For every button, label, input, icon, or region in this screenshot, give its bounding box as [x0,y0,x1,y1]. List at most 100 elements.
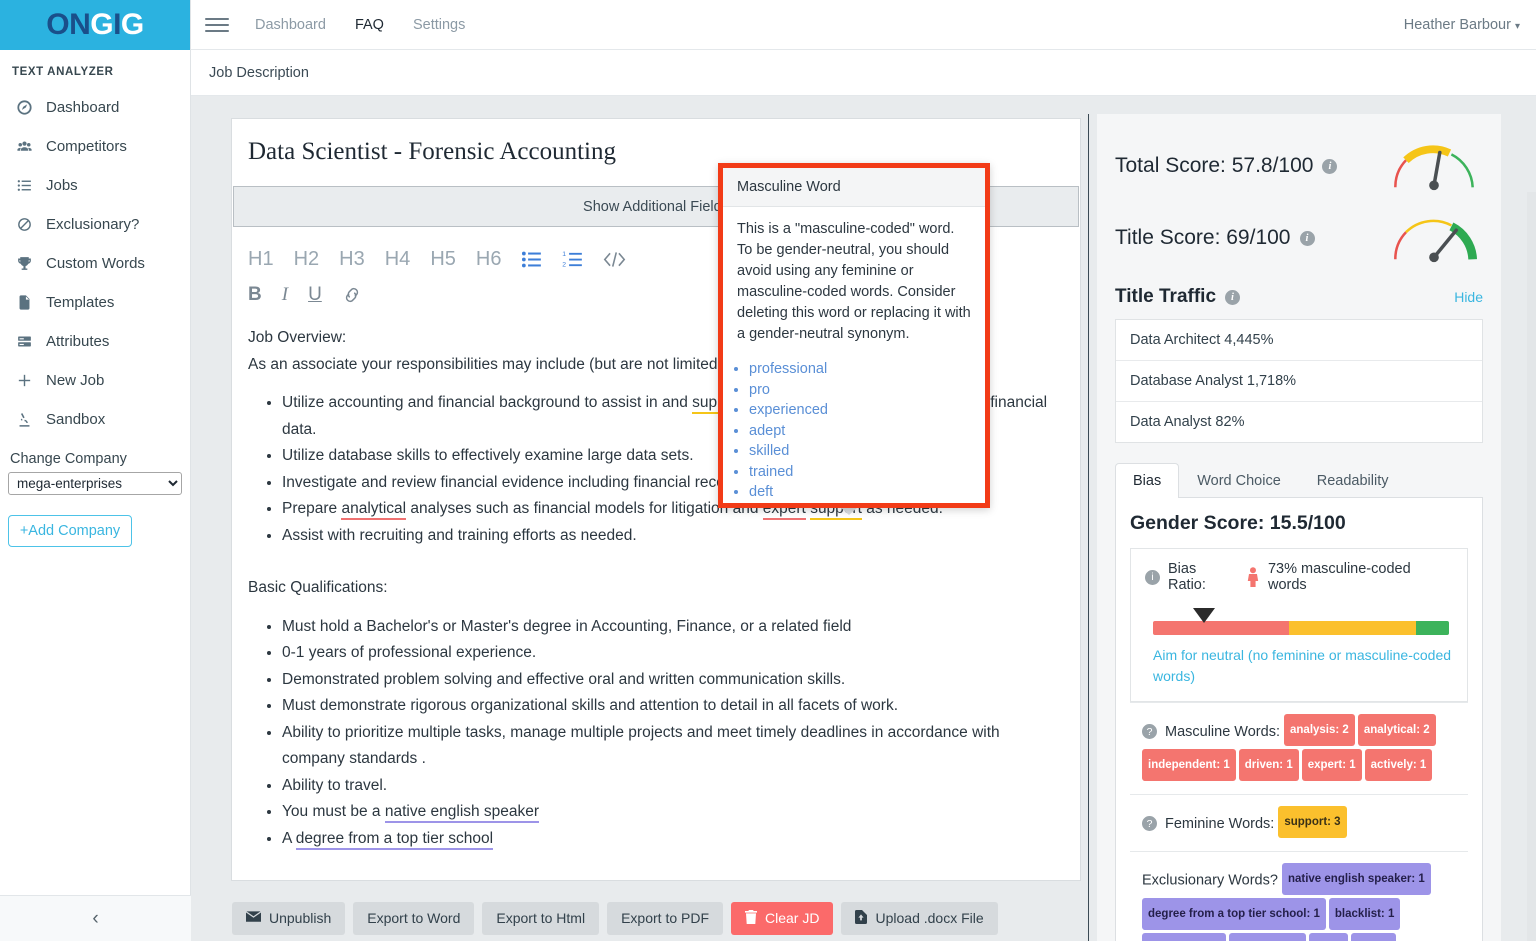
status-badge[interactable]: support: 3 [1278,806,1347,838]
list-item[interactable]: Data Architect 4,445% [1116,320,1482,361]
user-name: Heather Barbour [1403,16,1511,33]
feminine-words-label-wrap: ? Feminine Words: [1142,811,1274,837]
bulleted-list-icon[interactable] [521,251,542,268]
brand-logo[interactable]: ONGIG [0,0,190,50]
show-additional-fields-label: Show Additional Fields [583,198,729,215]
list-item[interactable]: trained [749,462,985,483]
info-icon[interactable]: i [1145,569,1160,585]
list-icon [15,176,34,195]
sidebar-item-jobs[interactable]: Jobs [0,166,190,205]
sidebar-item-exclusionary[interactable]: Exclusionary? [0,205,190,244]
code-view-icon[interactable] [603,251,626,268]
sidebar-item-label: Attributes [46,333,110,350]
users-icon [15,137,34,156]
upload-docx-button[interactable]: Upload .docx File [841,901,998,935]
heading-1-button[interactable]: H1 [248,248,274,271]
export-to-word-button[interactable]: Export to Word [353,901,475,935]
envelope-icon [246,910,261,926]
gauge-icon [15,98,34,117]
exclusionary-word-top-tier-school[interactable]: degree from a top tier school [295,829,494,850]
status-badge[interactable]: he: 1 [1309,933,1349,941]
sidebar-item-custom-words[interactable]: Custom Words [0,244,190,283]
tab-word-choice[interactable]: Word Choice [1179,463,1299,498]
heading-4-button[interactable]: H4 [385,248,411,271]
tab-readability[interactable]: Readability [1299,463,1407,498]
status-badge[interactable]: analytical: 2 [1357,714,1436,746]
sidebar-item-templates[interactable]: Templates [0,283,190,322]
list-item[interactable]: experienced [749,400,985,421]
bias-ratio-label: Bias Ratio: [1168,561,1206,593]
tab-bias[interactable]: Bias [1115,463,1180,498]
qualifications-list: Must hold a Bachelor's or Master's degre… [268,614,1062,853]
status-badge[interactable]: native english speaker: 1 [1281,863,1431,895]
panel-divider [1088,114,1089,941]
company-select[interactable]: mega-enterprises [8,472,182,495]
bold-button[interactable]: B [248,284,262,306]
info-icon[interactable]: i [1299,230,1315,246]
status-badge[interactable]: expert: 1 [1301,749,1362,781]
topnav-settings[interactable]: Settings [413,17,465,33]
page-scrollbar[interactable] [1527,192,1536,941]
sidebar: ONGIG TEXT ANALYZER Dashboard Competitor… [0,0,191,941]
heading-2-button[interactable]: H2 [294,248,320,271]
breadcrumb: Job Description [191,50,1536,96]
topnav-faq[interactable]: FAQ [355,17,384,33]
exclusionary-word-native-english-speaker[interactable]: native english speaker [384,803,540,823]
help-icon[interactable]: ? [1142,724,1157,739]
sidebar-item-label: Sandbox [46,411,106,428]
hamburger-menu-icon[interactable] [205,17,229,32]
status-badge[interactable]: actively: 1 [1364,749,1433,781]
status-badge[interactable]: she: 1 [1351,933,1397,941]
masculine-word-tooltip: Masculine Word This is a "masculine-code… [718,163,990,508]
list-item: Ability to travel. [282,773,1062,800]
clear-jd-button[interactable]: Clear JD [731,901,834,935]
status-badge[interactable]: brown bag: 1 [1142,933,1226,941]
unpublish-button[interactable]: Unpublish [232,901,346,935]
list-item[interactable]: adept [749,421,985,442]
export-to-html-button[interactable]: Export to Html [482,901,600,935]
help-icon[interactable]: ? [1142,816,1157,831]
numbered-list-icon[interactable]: 12 [562,251,583,268]
link-icon[interactable] [342,286,362,304]
status-badge[interactable]: analysis: 2 [1284,714,1355,746]
export-to-pdf-button[interactable]: Export to PDF [607,901,724,935]
heading-5-button[interactable]: H5 [430,248,456,271]
user-menu[interactable]: Heather Barbour ▾ [1404,17,1520,33]
list-item[interactable]: Database Analyst 1,718% [1116,361,1482,402]
status-badge[interactable]: blacklist: 1 [1328,898,1401,930]
list-item[interactable]: pro [749,380,985,401]
sidebar-collapse-button[interactable]: ‹ [0,895,191,941]
bias-segment-green [1416,621,1449,635]
topnav-dashboard[interactable]: Dashboard [255,17,326,33]
list-item[interactable]: skilled [749,441,985,462]
info-icon[interactable]: i [1225,289,1241,305]
add-company-button[interactable]: +Add Company [8,515,132,547]
sidebar-item-competitors[interactable]: Competitors [0,127,190,166]
sidebar-item-sandbox[interactable]: Sandbox [0,400,190,439]
status-badge[interactable]: driven: 1 [1238,749,1299,781]
masculine-word-analytical[interactable]: analytical [341,500,407,520]
status-badge[interactable]: independent: 1 [1142,749,1236,781]
svg-text:2: 2 [563,261,567,268]
bias-note-link[interactable]: Aim for neutral (no feminine or masculin… [1153,645,1453,687]
list-item[interactable]: professional [749,359,985,380]
brand-part-i: I [113,8,121,41]
sidebar-item-new-job[interactable]: New Job [0,361,190,400]
status-badge[interactable]: culture fit: 1 [1228,933,1307,941]
exclusionary-words-row: Exclusionary Words? native english speak… [1130,851,1468,941]
title-traffic-header: Title Traffic i Hide [1115,286,1483,308]
sidebar-item-dashboard[interactable]: Dashboard [0,88,190,127]
list-item[interactable]: deft [749,482,985,503]
title-traffic-hide-link[interactable]: Hide [1454,289,1483,305]
sidebar-item-attributes[interactable]: Attributes [0,322,190,361]
underline-button[interactable]: U [308,284,322,306]
heading-6-button[interactable]: H6 [476,248,502,271]
list-item[interactable]: Data Analyst 82% [1116,402,1482,442]
heading-3-button[interactable]: H3 [339,248,365,271]
bias-ratio-box: i Bias Ratio: 73% masculine-coded words [1130,548,1468,702]
status-badge[interactable]: degree from a top tier school: 1 [1142,898,1326,930]
info-icon[interactable]: i [1322,158,1338,174]
document-icon [15,293,34,312]
italic-button[interactable]: I [282,284,288,306]
feminine-words-label: Feminine Words: [1165,815,1275,832]
